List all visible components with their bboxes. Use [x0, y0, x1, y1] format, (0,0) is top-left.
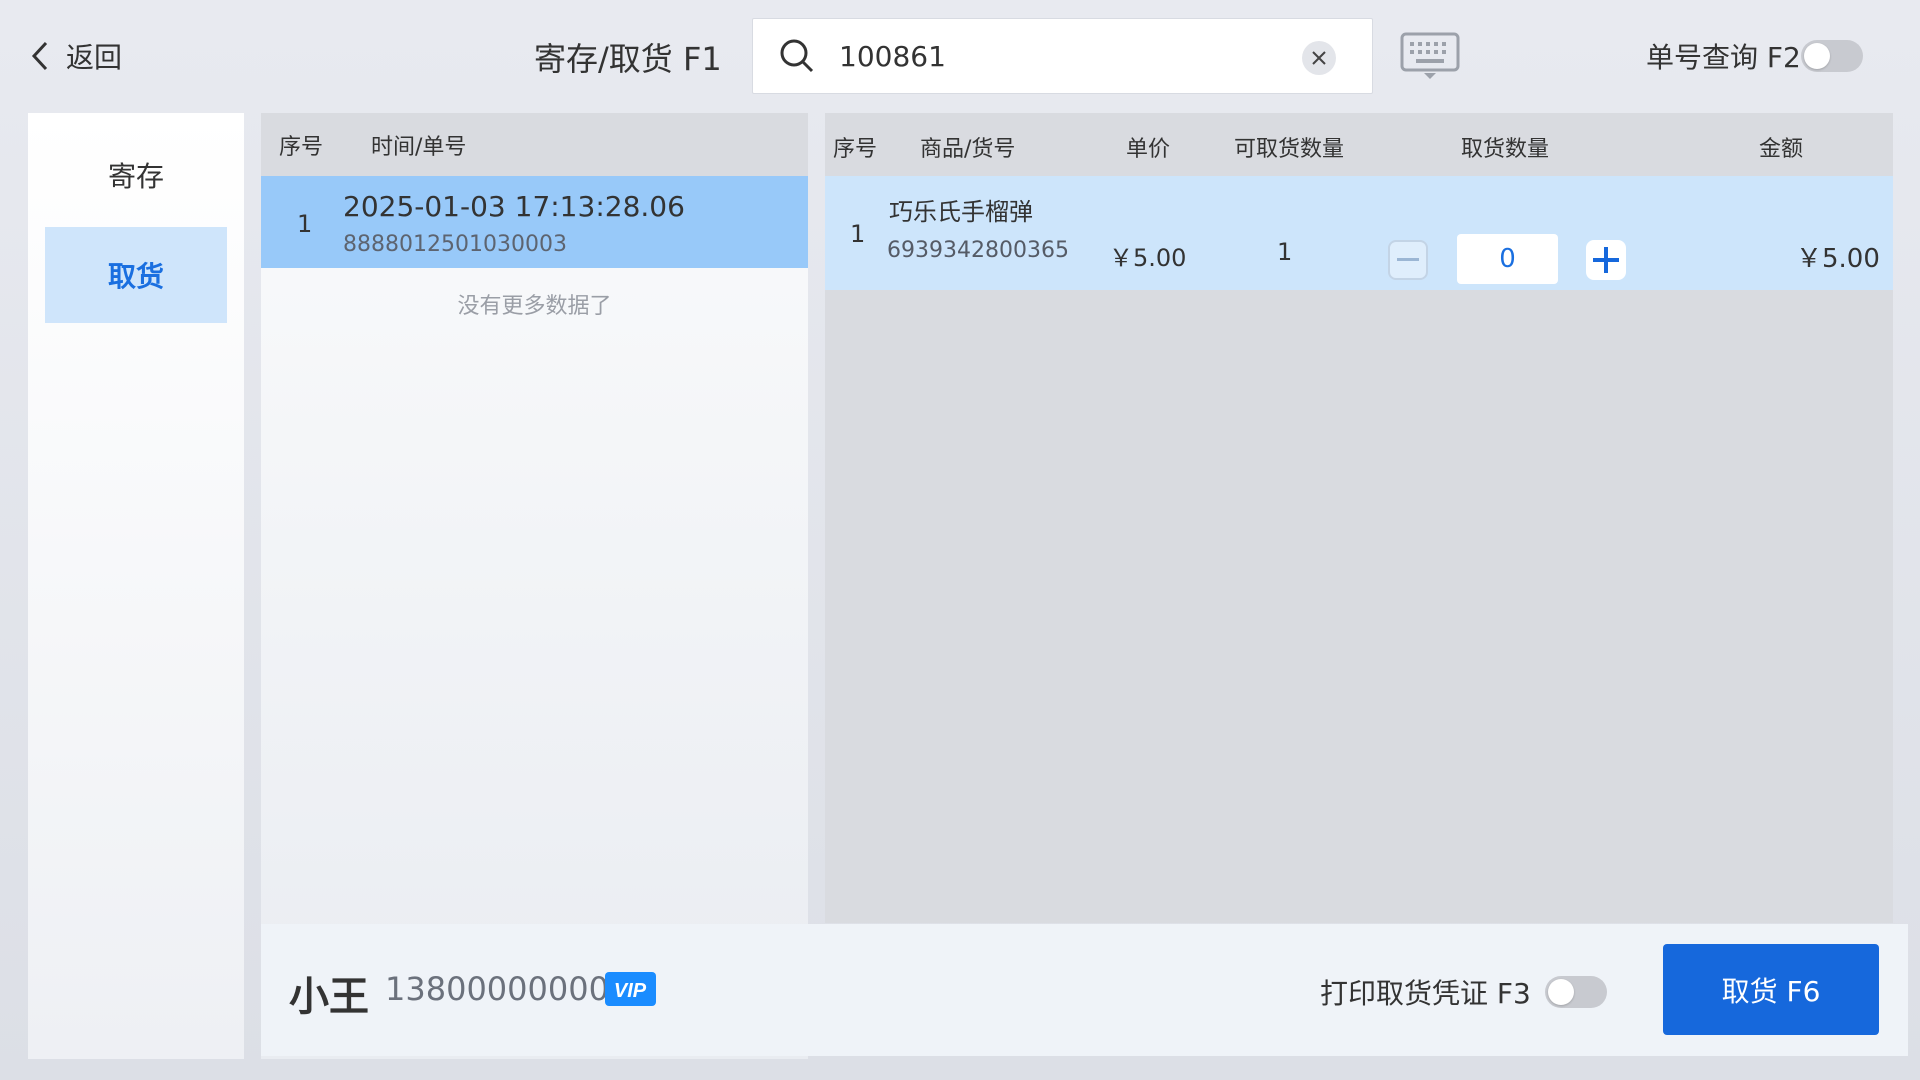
minus-icon	[1397, 258, 1419, 261]
column-header-price: 单价	[1126, 137, 1171, 162]
item-index: 1	[850, 220, 866, 248]
plus-icon	[1593, 247, 1619, 273]
item-amount: ￥5.00	[1796, 244, 1880, 274]
pickup-button[interactable]: 取货 F6	[1663, 944, 1879, 1035]
search-input[interactable]	[839, 39, 1279, 73]
keyboard-icon[interactable]	[1400, 32, 1460, 80]
item-available: 1	[1277, 238, 1293, 266]
sidebar: 寄存 取货	[28, 113, 244, 1059]
back-label: 返回	[66, 41, 123, 74]
column-header-quantity: 取货数量	[1461, 137, 1550, 162]
column-header-product: 商品/货号	[920, 137, 1016, 162]
customer-phone: 13800000000	[385, 970, 609, 1008]
increase-quantity-button[interactable]	[1586, 240, 1626, 280]
sidebar-item-pickup[interactable]: 取货	[45, 227, 227, 323]
order-query-toggle[interactable]	[1800, 40, 1863, 72]
customer-name: 小王	[289, 974, 369, 1020]
search-box	[752, 18, 1373, 94]
vip-label: VIP	[614, 980, 647, 1002]
column-header-index: 序号	[833, 137, 878, 162]
order-index: 1	[297, 210, 313, 238]
column-header-available: 可取货数量	[1234, 137, 1345, 162]
sidebar-item-store[interactable]: 寄存	[45, 127, 227, 223]
toggle-knob	[1803, 43, 1830, 69]
clear-search-button[interactable]	[1302, 41, 1336, 75]
back-button[interactable]: 返回	[30, 36, 122, 76]
vip-badge: VIP	[605, 972, 656, 1006]
order-list-panel: 序号 时间/单号 1 2025-01-03 17:13:28.06 888801…	[261, 113, 808, 1059]
column-header-time-order: 时间/单号	[371, 134, 467, 160]
decrease-quantity-button[interactable]	[1388, 240, 1428, 280]
order-query-label: 单号查询 F2	[1646, 41, 1801, 74]
close-icon	[1312, 51, 1326, 65]
column-header-amount: 金额	[1759, 137, 1804, 162]
item-sku: 6939342800365	[887, 238, 1069, 263]
order-row[interactable]: 1 2025-01-03 17:13:28.06 888801250103000…	[261, 176, 808, 268]
toggle-knob	[1548, 979, 1574, 1005]
item-name: 巧乐氏手榴弹	[889, 198, 1033, 226]
chevron-left-icon	[31, 41, 48, 71]
table-row: 1 巧乐氏手榴弹 6939342800365 ￥5.00 1 ￥5.00	[825, 176, 1893, 290]
footer-bar: 小王 13800000000 VIP 打印取货凭证 F3 取货 F6	[261, 924, 1908, 1056]
item-table-panel: 序号 商品/货号 单价 可取货数量 取货数量 金额 1 巧乐氏手榴弹 69393…	[825, 113, 1893, 923]
order-time: 2025-01-03 17:13:28.06	[343, 190, 685, 223]
top-bar: 返回 寄存/取货 F1 单号查询 F2	[0, 0, 1920, 110]
print-receipt-toggle[interactable]	[1545, 976, 1607, 1008]
order-query: 单号查询 F2	[1646, 36, 1863, 76]
print-receipt-label: 打印取货凭证 F3	[1320, 977, 1531, 1010]
quantity-input[interactable]	[1457, 234, 1558, 284]
item-price: ￥5.00	[1109, 244, 1187, 272]
order-list-header: 序号 时间/单号	[261, 113, 808, 176]
order-number: 8888012501030003	[343, 232, 567, 257]
no-more-data-text: 没有更多数据了	[457, 294, 612, 319]
item-table-header: 序号 商品/货号 单价 可取货数量 取货数量 金额	[825, 113, 1893, 176]
column-header-index: 序号	[279, 134, 324, 160]
search-icon	[780, 39, 814, 73]
page-title: 寄存/取货 F1	[534, 40, 722, 78]
